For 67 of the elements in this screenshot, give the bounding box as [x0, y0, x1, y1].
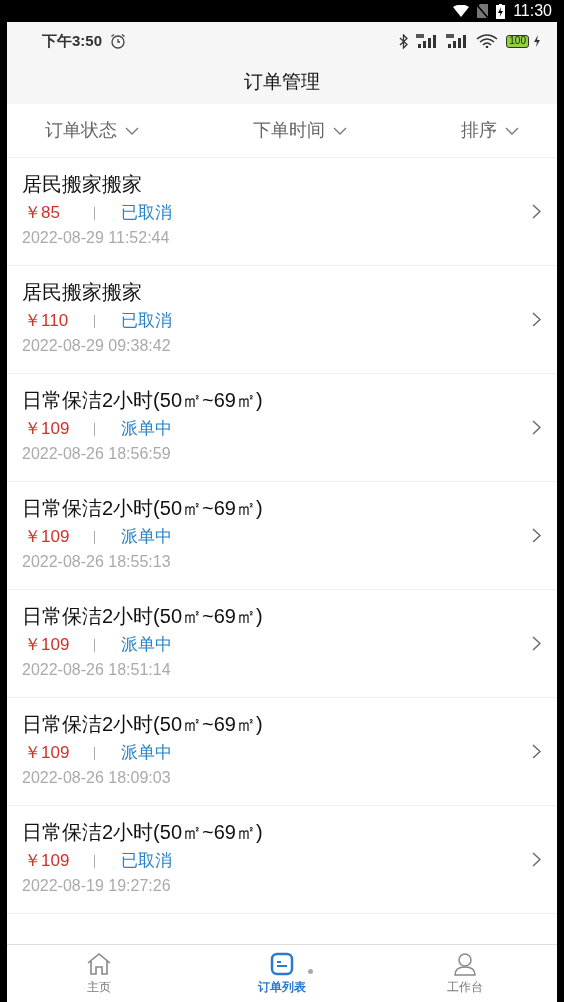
filter-dropdown[interactable]: 订单状态	[45, 117, 139, 144]
chevron-right-icon	[532, 852, 541, 867]
chevron-down-icon	[505, 126, 519, 135]
order-status: 已取消	[121, 850, 172, 873]
alarm-icon	[110, 33, 127, 49]
order-row[interactable]: 日常保洁2小时(50㎡~69㎡) ￥109 派单中 2022-08-26 18:09:03	[7, 698, 557, 806]
chevron-right-icon	[532, 204, 541, 219]
order-price: ￥110	[23, 310, 70, 333]
order-time: 2022-08-26 18:55:13	[22, 552, 172, 572]
order-row[interactable]: 日常保洁2小时(50㎡~69㎡) ￥109 派单中 2022-08-26 18:56:59	[7, 374, 557, 482]
order-status: 派单中	[121, 418, 172, 441]
bluetooth-icon	[399, 33, 409, 49]
order-time: 2022-08-29 11:52:44	[22, 228, 171, 248]
order-title: 日常保洁2小时(50㎡~69㎡)	[22, 388, 264, 413]
order-time: 2022-08-26 18:51:14	[22, 660, 172, 680]
order-time: 2022-08-26 18:09:03	[22, 768, 172, 788]
order-row[interactable]: 居民搬家搬家 ￥110 已取消 2022-08-29 09:38:42	[7, 266, 557, 374]
order-row[interactable]: 日常保洁2小时(50㎡~69㎡) ￥109 派单中 2022-08-26 18:51:14	[7, 590, 557, 698]
order-time: 2022-08-19 19:27:26	[22, 876, 172, 896]
order-status: 派单中	[121, 634, 172, 657]
order-time: 2022-08-29 09:38:42	[22, 336, 172, 356]
order-title: 日常保洁2小时(50㎡~69㎡)	[22, 712, 264, 737]
order-row[interactable]: 日常保洁2小时(50㎡~69㎡) ￥109 派单中 2022-08-26 18:55:13	[7, 482, 557, 590]
signal-icon	[446, 34, 469, 48]
user-icon	[453, 951, 478, 976]
nav-tab[interactable]: 工作台	[373, 945, 557, 1002]
order-title: 日常保洁2小时(50㎡~69㎡)	[22, 820, 264, 845]
status-time: 下午3:50	[42, 30, 103, 51]
wifi-icon	[476, 34, 499, 48]
order-price: ￥109	[23, 742, 71, 765]
order-status: 已取消	[121, 202, 172, 225]
order-price: ￥109	[23, 526, 71, 549]
nav-tab[interactable]: 主页	[7, 945, 191, 1002]
order-title: 日常保洁2小时(50㎡~69㎡)	[22, 604, 264, 629]
order-price: ￥85	[23, 202, 61, 225]
list-icon	[270, 951, 294, 976]
order-title: 居民搬家搬家	[22, 280, 143, 305]
order-row[interactable]: 日常保洁2小时(50㎡~69㎡) ￥109 已取消 2022-08-19 19:27:26	[7, 806, 557, 914]
order-row[interactable]: 居民搬家搬家 ￥85 已取消 2022-08-29 11:52:44	[7, 158, 557, 266]
clock-time: 11:30	[513, 1, 552, 21]
nav-tab[interactable]: 订单列表	[190, 945, 374, 1002]
order-status: 派单中	[121, 742, 172, 765]
no-sim-icon	[477, 4, 489, 18]
order-price: ￥109	[23, 634, 71, 657]
chevron-right-icon	[532, 636, 541, 651]
chevron-down-icon	[333, 126, 347, 135]
chevron-down-icon	[125, 126, 139, 135]
filter-dropdown[interactable]: 排序	[461, 117, 519, 144]
order-status: 已取消	[121, 310, 172, 333]
home-icon	[85, 951, 112, 976]
wifi-icon	[453, 5, 470, 17]
signal-icon	[416, 34, 439, 48]
chevron-right-icon	[532, 528, 541, 543]
filter-dropdown[interactable]: 下单时间	[253, 117, 347, 144]
battery-charging-icon	[496, 3, 506, 19]
order-title: 日常保洁2小时(50㎡~69㎡)	[22, 496, 264, 521]
order-price: ￥109	[23, 418, 71, 441]
chevron-right-icon	[532, 744, 541, 759]
charging-icon	[533, 35, 541, 47]
order-status: 派单中	[121, 526, 172, 549]
order-title: 居民搬家搬家	[22, 172, 143, 197]
chevron-right-icon	[532, 420, 541, 435]
battery-indicator: 100	[506, 34, 529, 48]
order-time: 2022-08-26 18:56:59	[22, 444, 172, 464]
order-price: ￥109	[23, 850, 71, 873]
chevron-right-icon	[532, 312, 541, 327]
page-title: 订单管理	[244, 69, 320, 94]
